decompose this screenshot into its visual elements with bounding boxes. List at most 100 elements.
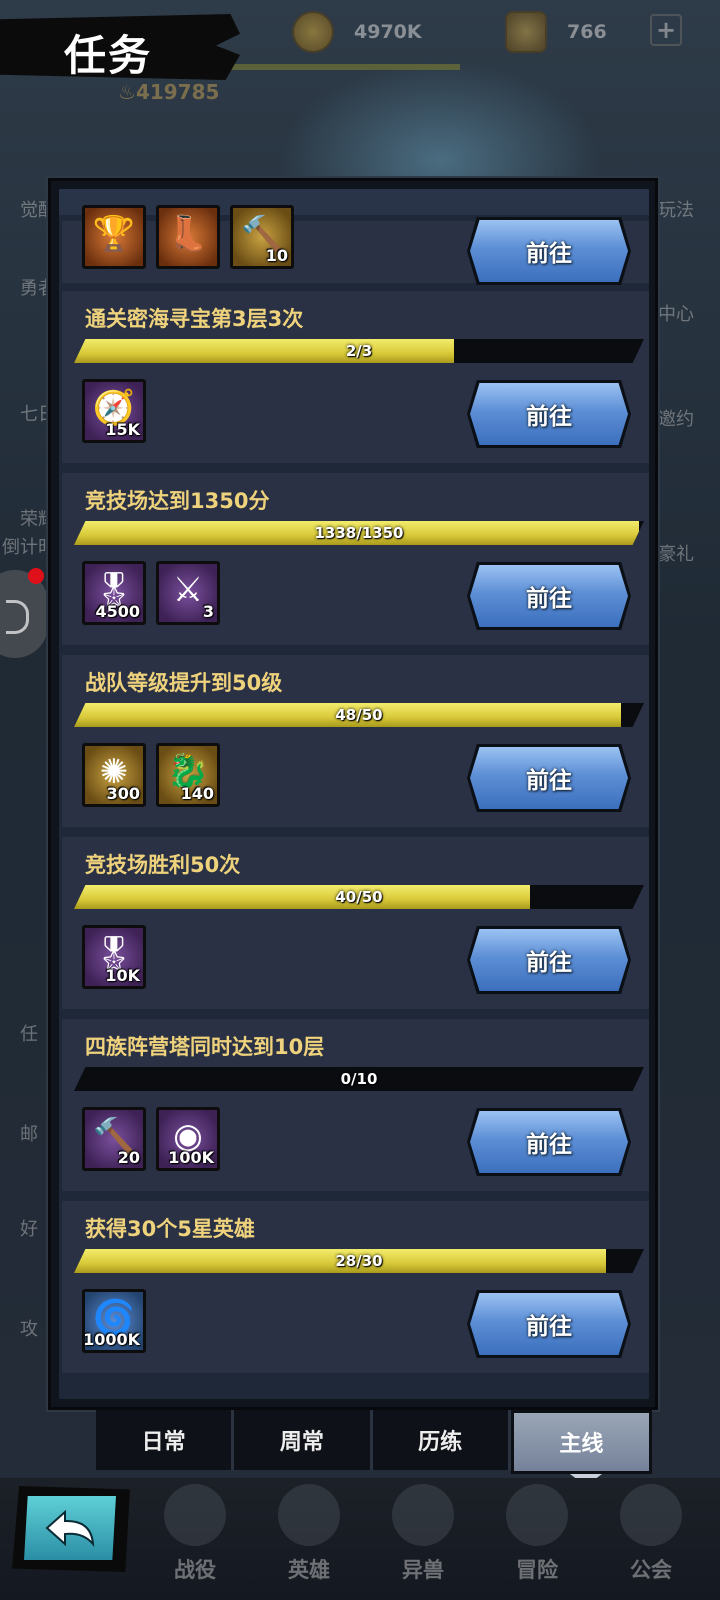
bottom-nav-item[interactable]: 战役 xyxy=(140,1478,250,1600)
task-panel: 🏆 👢 🔨 10 前往 通关密海寻宝第3层3次 2/3 🧭 15K 前往 竞技场达到1350分 133… xyxy=(48,178,658,1410)
task-title: 通关密海寻宝第3层3次 xyxy=(85,307,304,331)
progress-bar: 40/50 xyxy=(74,885,644,909)
reward-item[interactable]: 🏆 xyxy=(82,205,146,269)
nav-label: 冒险 xyxy=(516,1558,558,1582)
reward-item[interactable]: 🎖 10K xyxy=(82,925,146,989)
progress-bar: 28/30 xyxy=(74,1249,644,1273)
reward-item[interactable]: 🌀 1000K xyxy=(82,1289,146,1353)
reward-quantity: 10 xyxy=(265,246,288,265)
tab-main[interactable]: 主线 xyxy=(510,1410,652,1474)
bottom-nav-item[interactable]: 英雄 xyxy=(254,1478,364,1600)
reward-quantity: 20 xyxy=(117,1148,140,1167)
boot-icon: 👢 xyxy=(166,214,210,254)
task-card: 竞技场胜利50次 40/50 🎖 10K 前往 xyxy=(62,837,649,1009)
task-card: 获得30个5星英雄 28/30 🌀 1000K 前往 xyxy=(62,1201,649,1373)
gem-icon xyxy=(505,11,547,53)
reward-list: ✺ 300 🐉 140 xyxy=(82,743,220,807)
reward-item[interactable]: ⚔ 3 xyxy=(156,561,220,625)
reward-quantity: 140 xyxy=(180,784,214,803)
gem-resource: 766 xyxy=(505,11,607,53)
power-value: ♨419785 xyxy=(118,80,220,104)
reward-quantity: 15K xyxy=(105,420,140,439)
side-label-right: 豪礼 xyxy=(658,544,694,565)
task-card-partial: 🏆 👢 🔨 10 前往 xyxy=(62,205,649,285)
nav-icon xyxy=(392,1484,454,1546)
reward-item[interactable]: 🔨 20 xyxy=(82,1107,146,1171)
reward-item[interactable]: 👢 xyxy=(156,205,220,269)
nav-icon xyxy=(620,1484,682,1546)
side-label-left: 攻 xyxy=(20,1319,38,1340)
reward-item[interactable]: 🔨 10 xyxy=(230,205,294,269)
bottom-nav-item[interactable]: 异兽 xyxy=(368,1478,478,1600)
floating-assist-button[interactable] xyxy=(0,570,48,658)
task-title: 四族阵营塔同时达到10层 xyxy=(85,1035,325,1059)
side-label-right: 邀约 xyxy=(658,409,694,430)
task-card: 通关密海寻宝第3层3次 2/3 🧭 15K 前往 xyxy=(62,291,649,463)
progress-text: 40/50 xyxy=(335,888,383,906)
back-arrow-icon xyxy=(45,1509,95,1548)
task-title: 竞技场达到1350分 xyxy=(85,489,270,513)
reward-quantity: 4500 xyxy=(95,602,140,621)
progress-text: 1338/1350 xyxy=(314,524,404,542)
reward-list: 🌀 1000K xyxy=(82,1289,146,1353)
reward-list: 🎖 4500 ⚔ 3 xyxy=(82,561,220,625)
reward-quantity: 300 xyxy=(106,784,140,803)
task-card: 四族阵营塔同时达到10层 0/10 🔨 20 ◉ 100K 前往 xyxy=(62,1019,649,1191)
trophy-icon: 🏆 xyxy=(92,214,136,254)
reward-item[interactable]: ✺ 300 xyxy=(82,743,146,807)
task-card: 竞技场达到1350分 1338/1350 🎖 4500 ⚔ 3 前往 xyxy=(62,473,649,645)
add-gems-button[interactable]: + xyxy=(650,14,682,46)
side-label-right: 中心 xyxy=(658,304,694,325)
bottom-nav-item[interactable]: 公会 xyxy=(596,1478,706,1600)
reward-quantity: 3 xyxy=(202,602,214,621)
go-button[interactable]: 前往 xyxy=(470,1293,628,1355)
reward-list: 🧭 15K xyxy=(82,379,146,443)
gold-resource: 4970K xyxy=(292,11,422,53)
nav-icon xyxy=(164,1484,226,1546)
progress-text: 0/10 xyxy=(340,1070,378,1088)
nav-label: 战役 xyxy=(174,1558,216,1582)
go-button[interactable]: 前往 xyxy=(470,383,628,445)
reward-quantity: 1000K xyxy=(83,1330,140,1349)
tab-daily[interactable]: 日常 xyxy=(96,1410,235,1470)
progress-text: 28/30 xyxy=(335,1252,383,1270)
tab-training[interactable]: 历练 xyxy=(372,1410,511,1470)
side-label-left: 好 xyxy=(20,1219,38,1240)
gem-amount: 766 xyxy=(567,21,607,43)
progress-text: 2/3 xyxy=(345,342,373,360)
task-title: 获得30个5星英雄 xyxy=(85,1217,255,1241)
task-list[interactable]: 🏆 👢 🔨 10 前往 通关密海寻宝第3层3次 2/3 🧭 15K 前往 竞技场达到1350分 133… xyxy=(59,189,649,1399)
go-button[interactable]: 前往 xyxy=(470,929,628,991)
reward-quantity: 10K xyxy=(105,966,140,985)
task-title: 战队等级提升到50级 xyxy=(85,671,283,695)
progress-bar: 48/50 xyxy=(74,703,644,727)
task-tabs: 日常 周常 历练 主线 xyxy=(96,1410,652,1474)
progress-text: 48/50 xyxy=(335,706,383,724)
task-card: 战队等级提升到50级 48/50 ✺ 300 🐉 140 前往 xyxy=(62,655,649,827)
go-button[interactable]: 前往 xyxy=(470,747,628,809)
progress-bar: 0/10 xyxy=(74,1067,644,1091)
reward-item[interactable]: ◉ 100K xyxy=(156,1107,220,1171)
tab-weekly[interactable]: 周常 xyxy=(234,1410,373,1470)
progress-bar: 2/3 xyxy=(74,339,644,363)
go-button[interactable]: 前往 xyxy=(470,1111,628,1173)
gold-coin-icon xyxy=(292,11,334,53)
reward-item[interactable]: 🧭 15K xyxy=(82,379,146,443)
nav-icon xyxy=(278,1484,340,1546)
go-button[interactable]: 前往 xyxy=(470,565,628,627)
page-title: 任务 xyxy=(64,31,153,80)
nav-icon xyxy=(506,1484,568,1546)
side-label-right: 玩法 xyxy=(658,200,694,221)
reward-list: 🏆 👢 🔨 10 xyxy=(82,205,294,269)
go-button[interactable]: 前往 xyxy=(470,220,628,282)
gold-amount: 4970K xyxy=(354,21,422,43)
back-button[interactable] xyxy=(24,1496,116,1560)
progress-bar: 1338/1350 xyxy=(74,521,644,545)
bottom-nav-item[interactable]: 冒险 xyxy=(482,1478,592,1600)
nav-label: 异兽 xyxy=(402,1558,444,1582)
reward-item[interactable]: 🎖 4500 xyxy=(82,561,146,625)
nav-label: 英雄 xyxy=(288,1558,330,1582)
reward-item[interactable]: 🐉 140 xyxy=(156,743,220,807)
task-title: 竞技场胜利50次 xyxy=(85,853,241,877)
reward-list: 🎖 10K xyxy=(82,925,146,989)
